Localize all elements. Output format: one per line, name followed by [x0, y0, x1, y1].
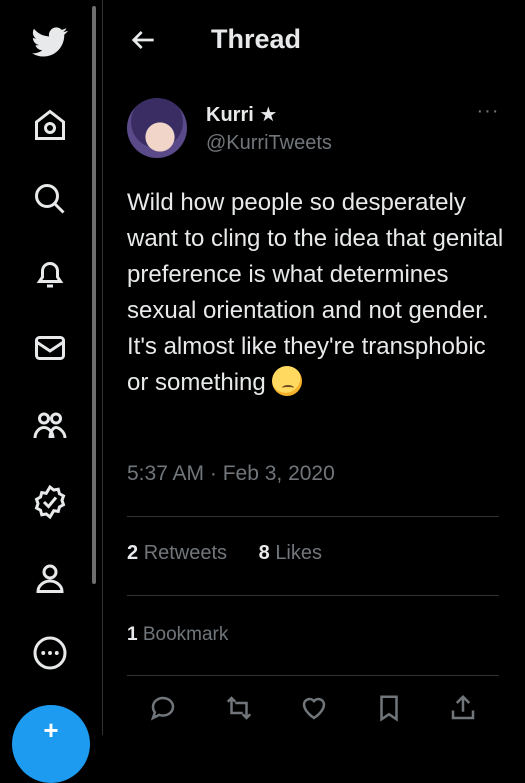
more-options-icon[interactable]: ··· [473, 100, 503, 124]
engagement-stats: 2 Retweets 8 Likes [127, 542, 348, 565]
retweets-count: 2 [127, 542, 139, 564]
bell-icon[interactable] [28, 252, 72, 296]
likes-count: 8 [258, 542, 270, 564]
reply-icon[interactable] [145, 690, 181, 726]
bookmarks-stat[interactable]: 1 Bookmark [127, 624, 228, 646]
bookmarks-label: Bookmark [142, 624, 229, 645]
bookmark-icon[interactable] [371, 690, 407, 726]
author-name-row[interactable]: Kurri ★ [206, 102, 277, 127]
arrow-left-icon[interactable] [127, 24, 159, 56]
divider [127, 595, 499, 596]
retweet-icon[interactable] [221, 690, 257, 726]
likes-stat[interactable]: 8 Likes [259, 542, 322, 564]
verified-icon[interactable] [28, 480, 72, 524]
twitter-bird-icon[interactable] [28, 20, 72, 64]
tweet-timestamp[interactable]: 5:37 AM · Feb 3, 2020 [127, 462, 335, 486]
avatar[interactable] [127, 98, 187, 158]
author-handle[interactable]: @KurriTweets [206, 132, 332, 155]
divider [127, 675, 499, 676]
compose-button[interactable]: + [12, 705, 90, 783]
retweets-stat[interactable]: 2 Retweets [127, 542, 227, 564]
home-icon[interactable] [28, 103, 72, 147]
search-icon[interactable] [28, 177, 72, 221]
author-badge: ★ [259, 104, 278, 126]
tweet-actions [103, 690, 525, 730]
retweets-label: Retweets [143, 542, 228, 564]
communities-icon[interactable] [28, 404, 72, 448]
tweet-text: Wild how people so desperately want to c… [127, 189, 504, 396]
thread-column: Thread Kurri ★ @KurriTweets ··· Wild how… [103, 0, 525, 735]
tweet-text-block: Wild how people so desperately want to c… [127, 185, 507, 401]
divider [127, 516, 499, 517]
more-circle-icon[interactable] [28, 631, 72, 675]
mail-icon[interactable] [28, 326, 72, 370]
like-icon[interactable] [296, 690, 332, 726]
sidebar-scrollbar[interactable] [92, 6, 96, 584]
compose-icon: + [43, 715, 59, 745]
share-icon[interactable] [445, 690, 481, 726]
bookmarks-count: 1 [127, 624, 138, 645]
thinking-face-icon [271, 366, 302, 396]
sidebar-nav: + [0, 0, 96, 783]
profile-icon[interactable] [28, 556, 72, 600]
thread-header: Thread [103, 0, 525, 82]
author-name[interactable]: Kurri [206, 104, 254, 126]
likes-label: Likes [275, 542, 323, 564]
page-title: Thread [211, 24, 302, 54]
